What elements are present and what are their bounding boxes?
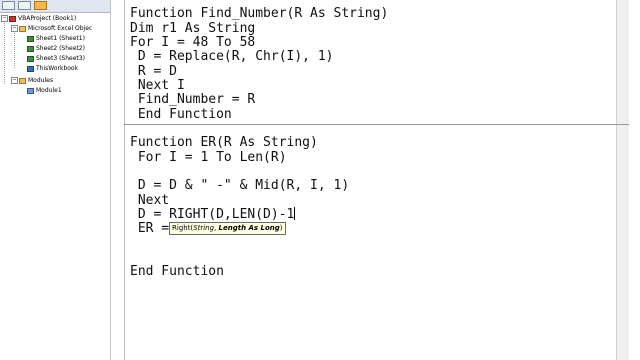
- toggle-folders-icon[interactable]: [34, 1, 47, 10]
- module-icon: [27, 87, 34, 94]
- tree-item-label: VBAProject (Book1): [18, 15, 77, 22]
- code-line[interactable]: For I = 1 To Len(R): [130, 150, 287, 165]
- worksheet-icon: [27, 35, 34, 42]
- vertical-scrollbar[interactable]: [616, 0, 629, 360]
- tree-line: [4, 20, 5, 84]
- collapse-icon[interactable]: −: [1, 15, 8, 22]
- code-line[interactable]: End Function: [130, 264, 224, 279]
- project-explorer-toolbar: [0, 0, 110, 13]
- tree-item-label: Module1: [36, 87, 62, 94]
- folder-icon: [19, 77, 26, 84]
- code-line[interactable]: D = D & " -" & Mid(R, I, 1): [130, 178, 349, 193]
- project-explorer: − VBAProject (Book1) − Microsoft Excel Obj…: [0, 0, 111, 360]
- text-cursor: [294, 207, 296, 220]
- code-line[interactable]: Function Find_Number(R As String): [130, 6, 388, 21]
- tree-item-modules[interactable]: − Modules: [11, 76, 53, 85]
- tree-item-label: Sheet1 (Sheet1): [36, 35, 85, 42]
- code-line[interactable]: D = Replace(R, Chr(I), 1): [130, 49, 334, 64]
- parameter-info-tooltip: Right(String, Length As Long): [169, 222, 286, 235]
- tooltip-arg-length: Length As Long: [218, 224, 280, 232]
- code-line[interactable]: Find_Number = R: [130, 92, 255, 107]
- tree-item-label: Sheet3 (Sheet3): [36, 55, 85, 62]
- vbaproject-icon: [9, 15, 16, 22]
- tree-item-vbaproject[interactable]: − VBAProject (Book1): [1, 14, 76, 23]
- code-line[interactable]: Function ER(R As String): [130, 135, 318, 150]
- code-line[interactable]: R = D: [130, 64, 177, 79]
- tree-item-label: Microsoft Excel Objec: [28, 25, 93, 32]
- tree-line: [14, 30, 15, 68]
- worksheet-icon: [27, 45, 34, 52]
- worksheet-icon: [27, 55, 34, 62]
- view-object-icon[interactable]: [18, 1, 31, 10]
- tree-item-module1[interactable]: Module1: [27, 86, 62, 95]
- tree-item-thisworkbook[interactable]: ThisWorkbook: [27, 64, 78, 73]
- folder-icon: [19, 25, 26, 32]
- tooltip-arg-string: String: [193, 224, 215, 232]
- tree-item-excel-objects[interactable]: − Microsoft Excel Objec: [11, 24, 92, 33]
- code-line[interactable]: For I = 48 To 58: [130, 35, 255, 50]
- tree-item-sheet2[interactable]: Sheet2 (Sheet2): [27, 44, 85, 53]
- code-line[interactable]: End Function: [130, 107, 232, 122]
- view-code-icon[interactable]: [2, 1, 15, 10]
- code-line[interactable]: Next I: [130, 78, 185, 93]
- tree-item-sheet3[interactable]: Sheet3 (Sheet3): [27, 54, 85, 63]
- tree-item-label: Modules: [28, 77, 53, 84]
- collapse-icon[interactable]: −: [11, 77, 18, 84]
- tooltip-close: ): [279, 224, 283, 232]
- procedure-separator: [124, 124, 629, 125]
- code-line[interactable]: Dim r1 As String: [130, 21, 255, 36]
- collapse-icon[interactable]: −: [11, 25, 18, 32]
- tooltip-function: Right(: [172, 224, 194, 232]
- tree-item-sheet1[interactable]: Sheet1 (Sheet1): [27, 34, 85, 43]
- tree-item-label: Sheet2 (Sheet2): [36, 45, 85, 52]
- code-line-text: D = RIGHT(D,LEN(D)-1: [130, 207, 295, 222]
- code-line[interactable]: Next: [130, 193, 169, 208]
- code-line-active[interactable]: D = RIGHT(D,LEN(D)-1: [130, 207, 296, 222]
- tree-item-label: ThisWorkbook: [36, 65, 79, 72]
- workbook-icon: [27, 65, 34, 72]
